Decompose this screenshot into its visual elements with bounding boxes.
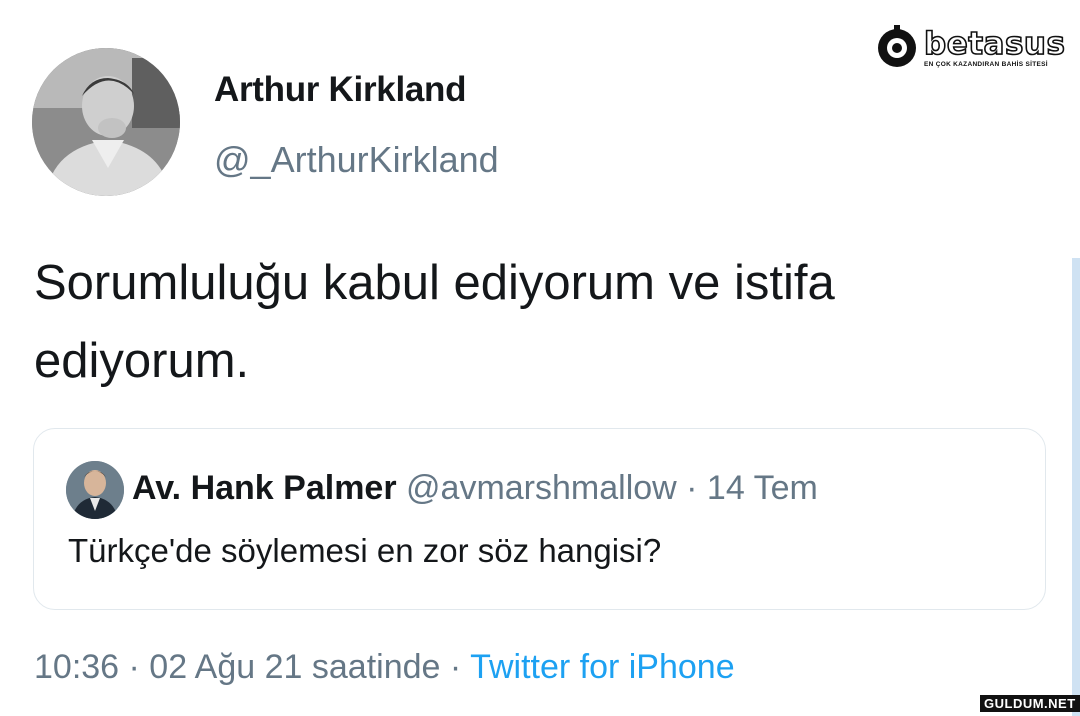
brand-tagline: EN ÇOK KAZANDIRAN BAHİS SİTESİ [924, 61, 1048, 68]
author-handle[interactable]: @_ArthurKirkland [214, 139, 499, 181]
tweet-source[interactable]: Twitter for iPhone [470, 648, 735, 686]
quoted-text: Türkçe'de söylemesi en zor söz hangisi? [68, 532, 662, 569]
quoted-author-meta: @avmarshmallow · 14 Tem [406, 469, 818, 507]
brand-name: betasus [923, 25, 1066, 63]
betasus-logo-icon [878, 25, 916, 67]
quoted-header: Av. Hank Palmer @avmarshmallow · 14 Tem [132, 469, 818, 508]
person-photo-icon [66, 461, 124, 519]
tweet-meta: 10:36 · 02 Ağu 21 saatinde · Twitter for… [34, 648, 735, 687]
quoted-author-name[interactable]: Av. Hank Palmer [132, 469, 397, 507]
tweet-timestamp[interactable]: 10:36 · 02 Ağu 21 saatinde [34, 648, 440, 686]
quoted-tweet[interactable]: Av. Hank Palmer @avmarshmallow · 14 Tem … [33, 428, 1046, 610]
author-avatar[interactable] [32, 48, 180, 196]
watermark: GULDUM.NET [980, 695, 1080, 712]
author-name[interactable]: Arthur Kirkland [214, 70, 467, 110]
brand-logo: betasus EN ÇOK KAZANDIRAN BAHİS SİTESİ [874, 24, 1066, 72]
person-photo-icon [32, 48, 180, 196]
quoted-author-avatar[interactable] [66, 461, 124, 519]
meta-separator: · [440, 648, 471, 686]
tweet-text: Sorumluluğu kabul ediyorum ve istifa edi… [34, 256, 835, 388]
scrollbar[interactable] [1072, 258, 1080, 716]
